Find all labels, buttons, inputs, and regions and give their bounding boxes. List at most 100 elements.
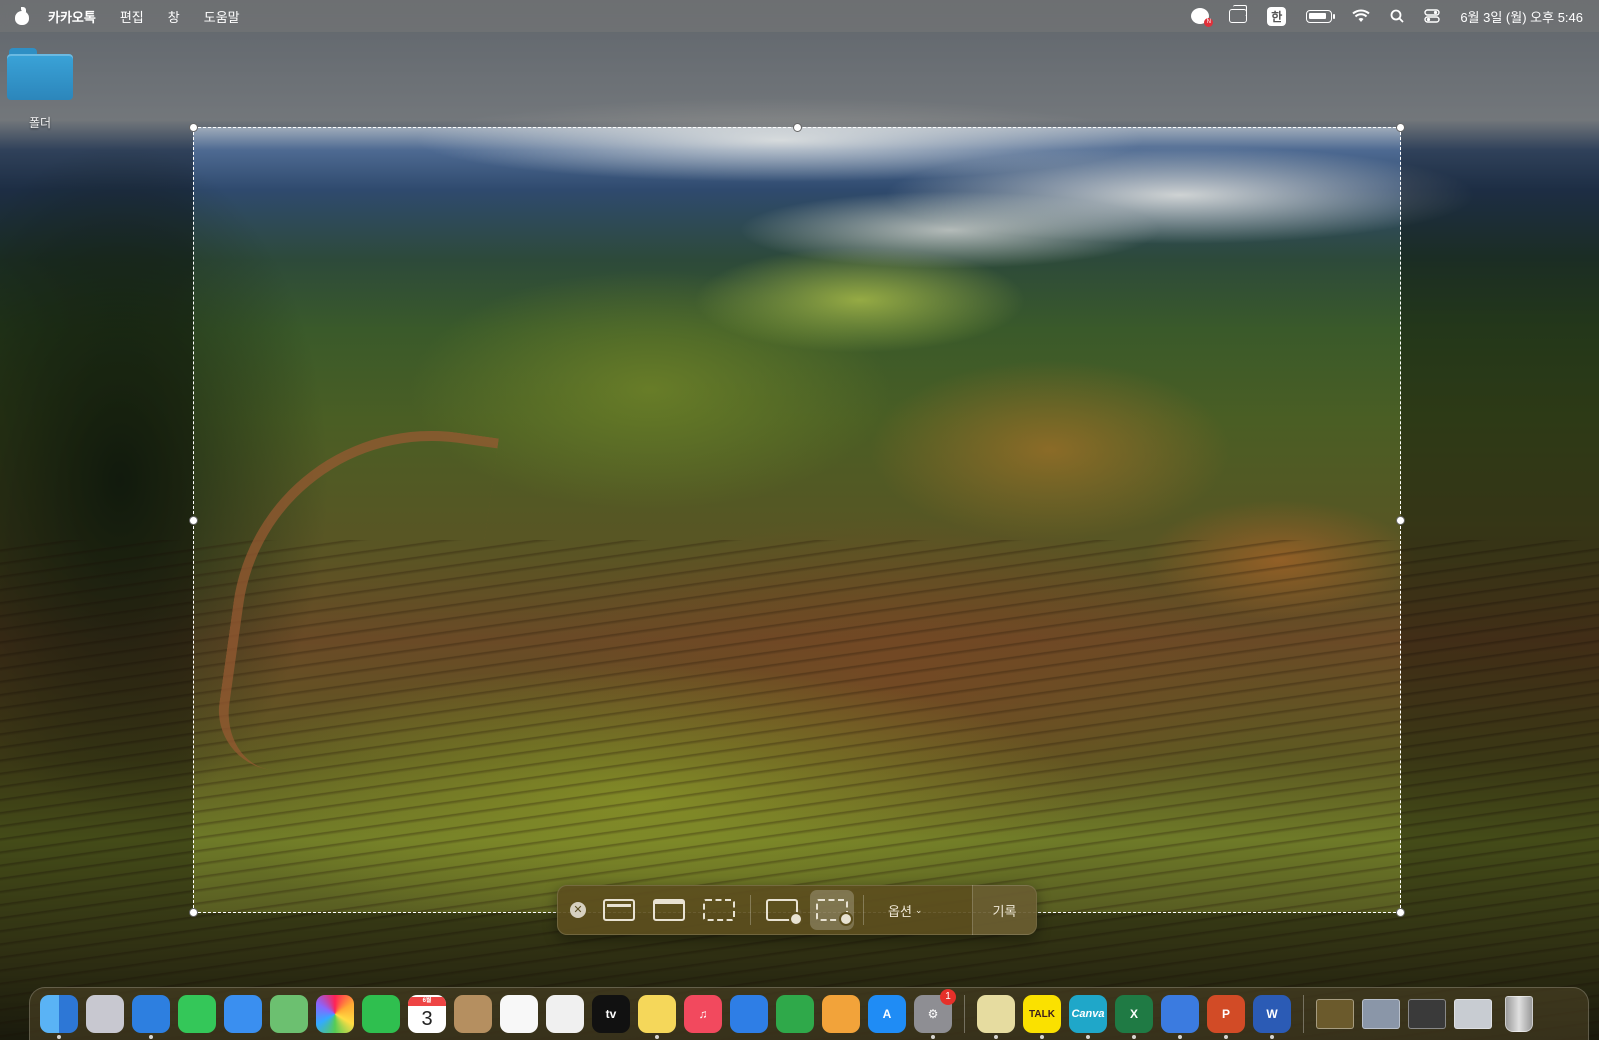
resize-handle-right[interactable] bbox=[1396, 516, 1405, 525]
capture-entire-screen-button[interactable] bbox=[597, 890, 641, 930]
toolbar-divider bbox=[750, 895, 751, 925]
resize-handle-bottom-left[interactable] bbox=[189, 908, 198, 917]
running-indicator bbox=[149, 1035, 153, 1039]
battery-icon[interactable] bbox=[1306, 9, 1336, 23]
folder-icon bbox=[7, 48, 73, 100]
entire-screen-icon bbox=[603, 899, 635, 921]
window-thumbnail-icon bbox=[1454, 999, 1492, 1029]
menu-bar-clock[interactable]: 6월 3일 (월) 오후 5:46 bbox=[1460, 7, 1583, 26]
dock-app-canva[interactable]: Canva bbox=[1065, 993, 1111, 1039]
dock-app-mail[interactable] bbox=[220, 993, 266, 1035]
dock-app-reminders[interactable] bbox=[496, 993, 542, 1035]
input-source-indicator[interactable]: 한 bbox=[1267, 6, 1287, 26]
close-toolbar-button[interactable]: ✕ bbox=[570, 902, 586, 918]
facetime-icon bbox=[362, 995, 400, 1033]
dock-minimized-window-2[interactable] bbox=[1358, 993, 1404, 1035]
kakaotalk-status-icon[interactable]: N bbox=[1191, 8, 1214, 27]
dock-separator bbox=[964, 995, 965, 1033]
record-selection-icon bbox=[816, 899, 853, 926]
reminders-icon bbox=[500, 995, 538, 1033]
dock-app-facetime[interactable] bbox=[358, 993, 404, 1035]
kakaotalk-new-badge: N bbox=[1204, 18, 1214, 27]
menu-window[interactable]: 창 bbox=[168, 7, 180, 26]
dock-app-tv[interactable]: tv bbox=[588, 993, 634, 1035]
selection-icon bbox=[703, 899, 735, 921]
dock-app-photos[interactable] bbox=[312, 993, 358, 1035]
chevron-down-icon: ⌄ bbox=[914, 904, 923, 915]
powerpoint-icon-text: P bbox=[1221, 1007, 1230, 1021]
dock-app-powerpoint[interactable]: P bbox=[1203, 993, 1249, 1039]
dock-separator bbox=[1303, 995, 1304, 1033]
record-button[interactable]: 기록 bbox=[972, 885, 1036, 935]
dock-app-whatsapp-mac[interactable] bbox=[1157, 993, 1203, 1039]
resize-handle-top-right[interactable] bbox=[1396, 123, 1405, 132]
dock-app-contacts[interactable] bbox=[450, 993, 496, 1035]
dock-app-finder[interactable] bbox=[36, 993, 82, 1039]
finder-icon bbox=[40, 995, 78, 1033]
dock-app-pages[interactable] bbox=[818, 993, 864, 1035]
apple-menu-icon[interactable] bbox=[14, 7, 30, 25]
running-indicator bbox=[655, 1035, 659, 1039]
menu-edit[interactable]: 편집 bbox=[120, 7, 144, 26]
stickies-icon bbox=[977, 995, 1015, 1033]
capture-window-button[interactable] bbox=[647, 890, 691, 930]
resize-handle-left[interactable] bbox=[189, 516, 198, 525]
dock-app-stickies[interactable] bbox=[973, 993, 1019, 1039]
window-thumbnail-icon bbox=[1408, 999, 1446, 1029]
resize-handle-top-left[interactable] bbox=[189, 123, 198, 132]
options-menu-button[interactable]: 옵션 ⌄ bbox=[870, 901, 936, 920]
launchpad-icon bbox=[86, 995, 124, 1033]
whatsapp-mac-icon bbox=[1161, 995, 1199, 1033]
dock-minimized-window-1[interactable] bbox=[1312, 993, 1358, 1035]
word-icon-text: W bbox=[1266, 1007, 1278, 1021]
options-label: 옵션 bbox=[888, 903, 912, 919]
window-icon bbox=[653, 899, 685, 921]
screenshot-toolbar: ✕ 옵션 ⌄ 기록 bbox=[557, 885, 1037, 935]
dock-app-safari[interactable] bbox=[128, 993, 174, 1039]
record-entire-screen-button[interactable] bbox=[760, 890, 804, 930]
dock-app-system-settings[interactable]: ⚙ 1 bbox=[910, 989, 956, 1039]
menu-bar: 카카오톡 편집 창 도움말 N 한 6월 3일 (월) 오후 5:46 bbox=[0, 0, 1599, 32]
resize-handle-top[interactable] bbox=[793, 123, 802, 132]
dock-app-numbers[interactable] bbox=[772, 993, 818, 1035]
running-indicator bbox=[1178, 1035, 1182, 1039]
record-selected-portion-button[interactable] bbox=[810, 890, 854, 930]
system-settings-icon-text: ⚙ bbox=[927, 1007, 939, 1021]
stage-manager-icon[interactable] bbox=[1229, 5, 1248, 23]
maps-icon bbox=[270, 995, 308, 1033]
dock-app-notes[interactable] bbox=[634, 993, 680, 1039]
dock-app-music[interactable]: ♫ bbox=[680, 993, 726, 1035]
dock-app-maps[interactable] bbox=[266, 993, 312, 1035]
dock-app-keynote[interactable] bbox=[726, 993, 772, 1035]
dock-minimized-window-4[interactable] bbox=[1450, 993, 1496, 1035]
capture-selection-area[interactable] bbox=[189, 123, 1405, 917]
menu-app-name[interactable]: 카카오톡 bbox=[48, 7, 96, 26]
music-icon-text: ♫ bbox=[698, 1007, 708, 1021]
notes-icon bbox=[638, 995, 676, 1033]
canva-icon: Canva bbox=[1069, 995, 1107, 1033]
window-thumbnail-icon bbox=[1316, 999, 1354, 1029]
capture-selection-button[interactable] bbox=[697, 890, 741, 930]
excel-icon-text: X bbox=[1129, 1007, 1138, 1021]
dock-trash[interactable] bbox=[1496, 993, 1542, 1035]
window-thumbnail-icon bbox=[1362, 999, 1400, 1029]
dock-app-word[interactable]: W bbox=[1249, 993, 1295, 1039]
wifi-icon[interactable] bbox=[1352, 9, 1370, 23]
menu-help[interactable]: 도움말 bbox=[204, 7, 240, 26]
dock-app-kakaotalk[interactable]: TALK bbox=[1019, 993, 1065, 1039]
dock-app-app-store[interactable]: A bbox=[864, 993, 910, 1035]
dock-app-launchpad[interactable] bbox=[82, 993, 128, 1035]
dock-app-freeform[interactable] bbox=[542, 993, 588, 1035]
running-indicator bbox=[1270, 1035, 1274, 1039]
dock-minimized-window-3[interactable] bbox=[1404, 993, 1450, 1035]
dock-app-excel[interactable]: X bbox=[1111, 993, 1157, 1039]
photos-icon bbox=[316, 995, 354, 1033]
dock-app-messages[interactable] bbox=[174, 993, 220, 1035]
desktop-folder[interactable]: 폴더 bbox=[5, 48, 75, 131]
control-center-icon[interactable] bbox=[1424, 9, 1441, 23]
spotlight-search-icon[interactable] bbox=[1390, 9, 1404, 23]
dock-app-calendar[interactable]: 6월 3 bbox=[404, 993, 450, 1035]
resize-handle-bottom-right[interactable] bbox=[1396, 908, 1405, 917]
powerpoint-icon: P bbox=[1207, 995, 1245, 1033]
running-indicator bbox=[994, 1035, 998, 1039]
